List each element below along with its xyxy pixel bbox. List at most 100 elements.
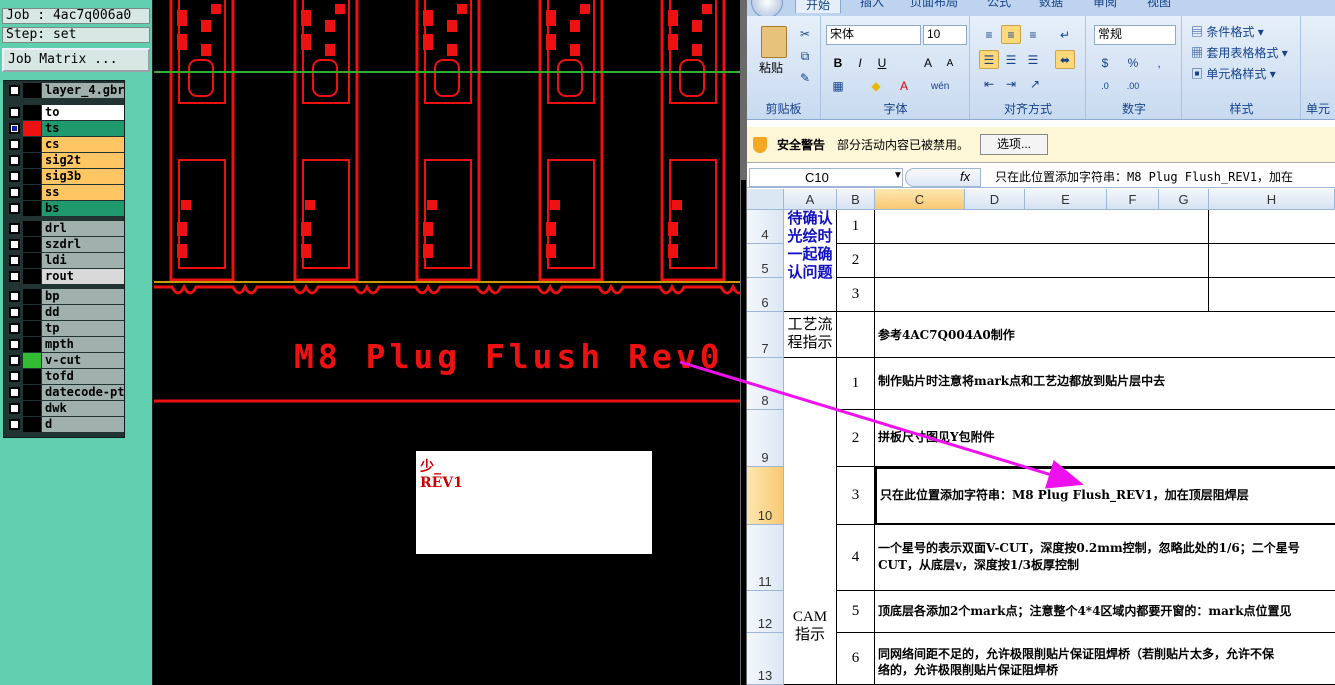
font-size-select[interactable]: 10 [923, 25, 967, 45]
row-header-13[interactable]: 13 [747, 633, 784, 685]
layer-checkbox[interactable] [9, 291, 20, 302]
name-box[interactable]: C10 [749, 168, 903, 187]
layer-checkbox[interactable] [9, 403, 20, 414]
italic-icon[interactable]: I [850, 53, 870, 72]
layer-row-dd[interactable]: dd [6, 305, 124, 320]
cell-style-button[interactable]: ▣ 单元格样式 ▾ [1191, 66, 1276, 82]
layer-row-sig3b[interactable]: sig3b [6, 169, 124, 184]
column-header-h[interactable]: H [1209, 189, 1335, 210]
layer-checkbox[interactable] [9, 123, 20, 134]
table-format-button[interactable]: ▦ 套用表格格式 ▾ [1191, 45, 1288, 61]
align-middle-icon[interactable]: ≡ [1001, 25, 1021, 44]
column-header-c[interactable]: C [875, 189, 965, 210]
layer-row-ss[interactable]: ss [6, 185, 124, 200]
cell-b13[interactable]: 6 [837, 633, 875, 685]
align-right-icon[interactable]: ☰ [1023, 50, 1043, 69]
font-color-icon[interactable]: A [894, 76, 914, 95]
row-header-8[interactable]: 8 [747, 358, 784, 410]
tab-data[interactable]: 数据 [1039, 0, 1063, 8]
column-header-f[interactable]: F [1107, 189, 1159, 210]
layer-row-datecode-pto[interactable]: datecode-pto [6, 385, 124, 400]
layer-checkbox[interactable] [9, 171, 20, 182]
pcb-canvas[interactable]: M8 Plug Flush Rev0 少_ REV1 [154, 0, 740, 685]
tab-home[interactable]: 开始 [795, 0, 842, 13]
bold-icon[interactable]: B [828, 53, 848, 72]
layer-checkbox[interactable] [9, 371, 20, 382]
column-header-e[interactable]: E [1025, 189, 1107, 210]
cell-b4[interactable]: 1 [837, 210, 875, 244]
copy-icon[interactable]: ⧉ [795, 46, 815, 65]
layer-row-drl[interactable]: drl [6, 221, 124, 236]
layer-row-bp[interactable]: bp [6, 289, 124, 304]
cell-b12[interactable]: 5 [837, 591, 875, 633]
cell-b5[interactable]: 2 [837, 244, 875, 278]
spreadsheet-grid[interactable]: A B C D E F G H 4 5 6 7 8 9 10 11 12 13 … [747, 189, 1335, 685]
column-header-a[interactable]: A [784, 189, 837, 210]
cell-b10[interactable]: 3 [837, 467, 875, 525]
cell-b9[interactable]: 2 [837, 410, 875, 467]
layer-row-szdrl[interactable]: szdrl [6, 237, 124, 252]
tab-insert[interactable]: 插入 [860, 0, 884, 8]
align-center-icon[interactable]: ☰ [1001, 50, 1021, 69]
layer-row-v-cut[interactable]: v-cut [6, 353, 124, 368]
layer-checkbox[interactable] [9, 419, 20, 430]
cell-c13[interactable]: 同网络间距不足的，允许极限削贴片保证阻焊桥（若削贴片太多，允许不保 络的，允许极限… [875, 633, 1335, 685]
row-header-11[interactable]: 11 [747, 525, 784, 591]
layer-row-cs[interactable]: cs [6, 137, 124, 152]
chevron-down-icon[interactable]: ▼ [893, 170, 903, 181]
cell-c6[interactable] [875, 278, 1209, 312]
layer-checkbox[interactable] [9, 239, 20, 250]
layer-checkbox[interactable] [9, 187, 20, 198]
number-format-select[interactable]: 常规 [1094, 25, 1176, 45]
align-left-icon[interactable]: ☰ [979, 50, 999, 69]
row-header-9[interactable]: 9 [747, 410, 784, 467]
layer-row-mpth[interactable]: mpth [6, 337, 124, 352]
scrollbar[interactable] [741, 180, 746, 685]
align-bottom-icon[interactable]: ≡ [1023, 25, 1043, 44]
tab-view[interactable]: 视图 [1147, 0, 1171, 8]
underline-icon[interactable]: U [872, 53, 892, 72]
row-header-4[interactable]: 4 [747, 210, 784, 244]
comma-icon[interactable]: , [1149, 53, 1169, 72]
grow-font-icon[interactable]: A [918, 53, 938, 72]
decrease-indent-icon[interactable]: ⇤ [979, 74, 999, 93]
format-painter-icon[interactable]: ✎ [795, 68, 815, 87]
fill-color-icon[interactable]: ◆ [866, 76, 886, 95]
border-icon[interactable]: ▦ [828, 76, 848, 95]
align-top-icon[interactable]: ≡ [979, 25, 999, 44]
layer-checkbox[interactable] [9, 107, 20, 118]
cell-b7[interactable] [837, 312, 875, 358]
row-header-10[interactable]: 10 [747, 467, 784, 525]
cell-c4[interactable] [875, 210, 1209, 244]
layer-checkbox[interactable] [9, 255, 20, 266]
cell-c12[interactable]: 顶底层各添加2个mark点；注意整个4*4区域内都要开窗的：mark点位置见 [875, 591, 1335, 633]
column-header-d[interactable]: D [965, 189, 1025, 210]
cell-a4-a6[interactable]: 待确认光绘时一起确认问题 [784, 210, 837, 312]
layer-checkbox[interactable] [9, 307, 20, 318]
layer-file-row[interactable]: layer_4.gbr: [6, 83, 124, 98]
row-header-6[interactable]: 6 [747, 278, 784, 312]
merge-center-icon[interactable]: ⬌ [1055, 50, 1075, 69]
layer-row-tp[interactable]: tp [6, 321, 124, 336]
orientation-icon[interactable]: ↗ [1025, 74, 1045, 93]
conditional-format-button[interactable]: ▤ 条件格式 ▾ [1191, 24, 1264, 40]
cell-c10-selected[interactable]: 只在此位置添加字符串：M8 Plug Flush_REV1，加在顶层阻焊层 [875, 467, 1335, 525]
row-header-12[interactable]: 12 [747, 591, 784, 633]
tab-page-layout[interactable]: 页面布局 [910, 0, 958, 8]
select-all-corner[interactable] [747, 189, 784, 210]
layer-checkbox[interactable] [9, 271, 20, 282]
cell-b8[interactable]: 1 [837, 358, 875, 410]
layer-checkbox[interactable] [9, 323, 20, 334]
cell-c11[interactable]: 一个星号的表示双面V-CUT，深度按0.2mm控制，忽略此处的1/6；二个星号 C… [875, 525, 1335, 591]
layer-checkbox[interactable] [9, 139, 20, 150]
cell-c8[interactable]: 制作贴片时注意将mark点和工艺边都放到贴片层中去 [875, 358, 1335, 410]
paste-icon[interactable] [761, 26, 787, 58]
layer-row-d[interactable]: d [6, 417, 124, 432]
layer-row-sig2t[interactable]: sig2t [6, 153, 124, 168]
shrink-font-icon[interactable]: A [940, 53, 960, 72]
phonetic-icon[interactable]: wén [930, 76, 950, 95]
options-button[interactable]: 选项... [980, 134, 1048, 155]
layer-checkbox[interactable] [9, 339, 20, 350]
cell-c7[interactable]: 参考4AC7Q004A0制作 [875, 312, 1335, 358]
cell-c5[interactable] [875, 244, 1209, 278]
